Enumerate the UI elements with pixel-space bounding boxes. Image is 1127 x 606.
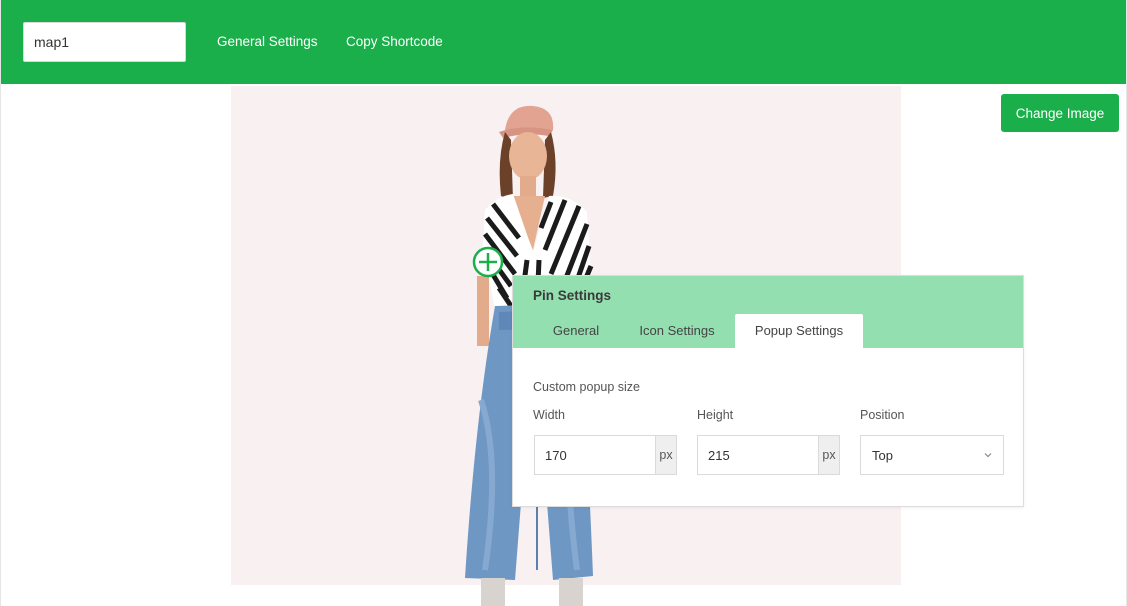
width-input[interactable] [535,436,655,474]
position-select[interactable]: Top [860,435,1004,475]
general-settings-link[interactable]: General Settings [217,34,318,49]
panel-title: Pin Settings [533,288,612,303]
map-name-input[interactable] [23,22,186,62]
copy-shortcode-link[interactable]: Copy Shortcode [346,34,443,49]
position-label: Position [860,408,905,422]
app-page: General Settings Copy Shortcode Change I… [0,0,1127,606]
height-input-group: px [697,435,840,475]
custom-popup-size-label: Custom popup size [533,380,641,394]
height-input[interactable] [698,436,818,474]
pin-settings-header: Pin Settings General Icon Settings Popup… [513,276,1023,349]
width-unit: px [655,436,676,474]
tab-icon-settings[interactable]: Icon Settings [625,314,729,348]
top-toolbar: General Settings Copy Shortcode [1,0,1126,84]
height-label: Height [697,408,734,422]
pin-settings-panel: Pin Settings General Icon Settings Popup… [512,275,1024,507]
chevron-down-icon [984,453,992,458]
width-label: Width [533,408,565,422]
position-select-value: Top [872,448,893,463]
height-unit: px [818,436,839,474]
tab-popup-settings[interactable]: Popup Settings [735,314,863,349]
width-input-group: px [534,435,677,475]
change-image-button[interactable]: Change Image [1001,94,1119,132]
plus-circle-icon[interactable] [472,246,504,278]
tab-general[interactable]: General [533,314,619,348]
